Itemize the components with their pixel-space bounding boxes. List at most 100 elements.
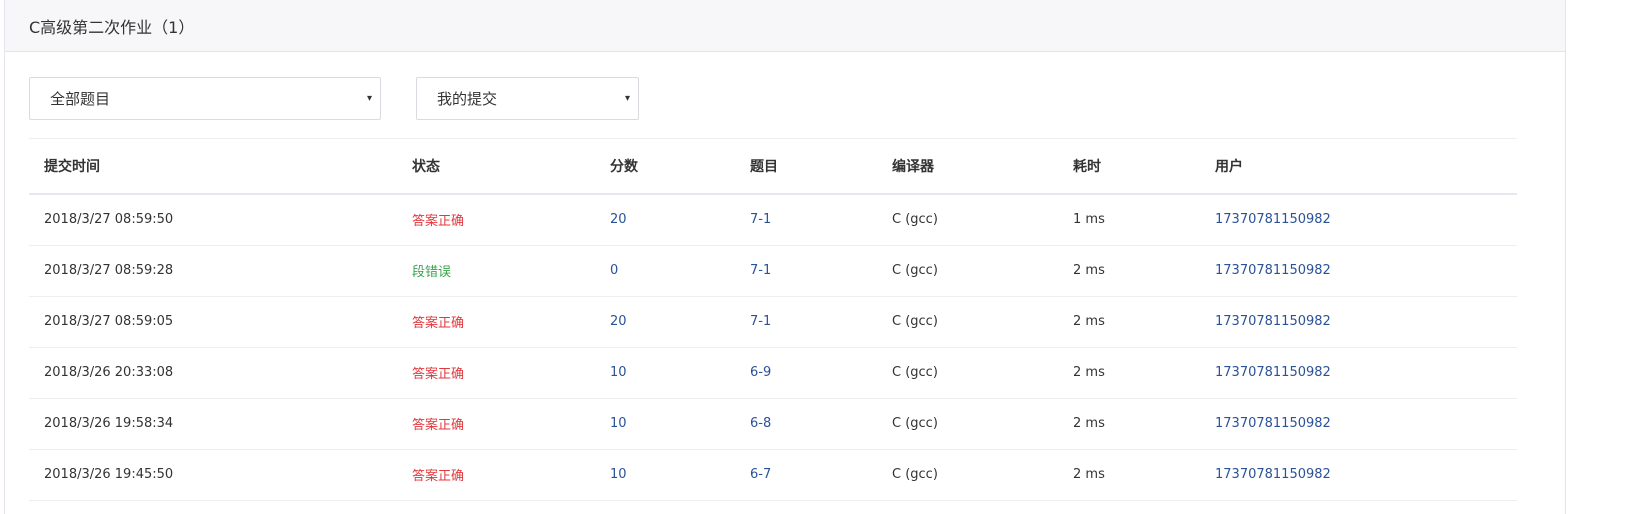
compiler-cell: C (gcc) (892, 416, 938, 431)
submit-time-cell: 2018/3/27 08:59:50 (29, 194, 397, 246)
elapsed-cell: 2 ms (1058, 398, 1200, 450)
submit-time-cell: 2018/3/27 08:59:28 (29, 245, 397, 297)
user-cell: 17370781150982 (1200, 347, 1517, 399)
problem-cell: 7-1 (735, 296, 877, 348)
problem-cell: 6-7 (735, 449, 877, 501)
submit-time-cell: 2018/3/26 19:58:34 (29, 398, 397, 450)
elapsed-cell: 2 ms (1073, 467, 1105, 482)
status-cell: 答案正确 (412, 469, 465, 484)
score-link[interactable]: 20 (610, 314, 627, 329)
table-row: 2018/3/26 19:58:34 答案正确 10 6-8 C (gcc) 2 ms 17… (29, 398, 1517, 450)
score-cell: 0 (595, 245, 735, 297)
submit-time-cell: 2018/3/26 20:33:08 (44, 365, 174, 380)
problem-filter-select[interactable]: 全部题目 ▾ (29, 77, 381, 120)
elapsed-cell: 2 ms (1058, 449, 1200, 501)
problem-cell: 7-1 (735, 194, 877, 246)
elapsed-cell: 2 ms (1073, 314, 1105, 329)
submit-time-cell: 2018/3/27 08:59:50 (44, 212, 174, 228)
compiler-cell: C (gcc) (892, 263, 938, 278)
problem-cell: 6-9 (735, 347, 877, 399)
submit-time-cell: 2018/3/27 08:59:05 (44, 314, 174, 329)
user-link[interactable]: 17370781150982 (1215, 314, 1331, 329)
compiler-cell: C (gcc) (877, 398, 1058, 450)
score-cell: 20 (595, 296, 735, 348)
status-cell: 答案正确 (412, 316, 465, 331)
problem-cell: 6-8 (735, 398, 877, 450)
elapsed-cell: 2 ms (1058, 245, 1200, 297)
submissions-table: 提交时间 状态 分数 题目 编译器 耗时 用户 2018/3/27 08:59:… (29, 139, 1517, 501)
column-header-problem[interactable]: 题目 (735, 139, 877, 195)
elapsed-cell: 2 ms (1073, 365, 1105, 380)
status-cell: 段错误 (412, 265, 452, 280)
status-cell: 答案正确 (397, 347, 595, 399)
table-row: 2018/3/27 08:59:50 答案正确 20 7-1 C (gcc) 1 ms 17… (29, 194, 1517, 246)
user-link[interactable]: 17370781150982 (1215, 212, 1331, 227)
column-header-status[interactable]: 状态 (397, 139, 595, 195)
column-header-compiler[interactable]: 编译器 (877, 139, 1058, 195)
status-cell: 答案正确 (397, 398, 595, 450)
compiler-cell: C (gcc) (877, 347, 1058, 399)
elapsed-cell: 2 ms (1073, 263, 1105, 278)
submit-time-cell: 2018/3/26 19:45:50 (29, 449, 397, 501)
column-header-time[interactable]: 提交时间 (29, 139, 397, 195)
score-cell: 10 (595, 398, 735, 450)
table-row: 2018/3/26 20:33:08 答案正确 10 6-9 C (gcc) 2 ms 17… (29, 347, 1517, 399)
user-link[interactable]: 17370781150982 (1215, 467, 1331, 482)
status-cell: 答案正确 (397, 194, 595, 246)
status-cell: 段错误 (397, 245, 595, 297)
scope-filter-value: 我的提交 (437, 90, 498, 108)
compiler-cell: C (gcc) (877, 245, 1058, 297)
problem-link[interactable]: 7-1 (750, 212, 771, 227)
problem-filter-value: 全部题目 (50, 90, 111, 108)
elapsed-cell: 2 ms (1058, 296, 1200, 348)
score-link[interactable]: 10 (610, 365, 627, 380)
panel-header: C高级第二次作业（1） (5, 0, 1565, 52)
compiler-cell: C (gcc) (892, 314, 938, 329)
problem-link[interactable]: 6-7 (750, 467, 771, 482)
problem-link[interactable]: 7-1 (750, 263, 771, 278)
user-link[interactable]: 17370781150982 (1215, 416, 1331, 431)
user-cell: 17370781150982 (1200, 245, 1517, 297)
submit-time-cell: 2018/3/26 19:58:34 (44, 416, 174, 431)
elapsed-cell: 2 ms (1073, 416, 1105, 431)
problem-link[interactable]: 7-1 (750, 314, 771, 329)
user-link[interactable]: 17370781150982 (1215, 263, 1331, 278)
compiler-cell: C (gcc) (877, 194, 1058, 246)
score-cell: 20 (595, 194, 735, 246)
table-row: 2018/3/27 08:59:28 段错误 0 7-1 C (gcc) 2 ms 1737… (29, 245, 1517, 297)
user-cell: 17370781150982 (1200, 296, 1517, 348)
submit-time-cell: 2018/3/26 20:33:08 (29, 347, 397, 399)
scope-filter-select[interactable]: 我的提交 ▾ (416, 77, 639, 120)
user-cell: 17370781150982 (1200, 194, 1517, 246)
user-cell: 17370781150982 (1200, 398, 1517, 450)
score-link[interactable]: 10 (610, 416, 627, 431)
column-header-elapsed[interactable]: 耗时 (1058, 139, 1200, 195)
submit-time-cell: 2018/3/26 19:45:50 (44, 467, 174, 482)
submit-time-cell: 2018/3/27 08:59:05 (29, 296, 397, 348)
caret-down-icon: ▾ (366, 93, 372, 104)
elapsed-cell: 2 ms (1058, 347, 1200, 399)
compiler-cell: C (gcc) (877, 449, 1058, 501)
problem-link[interactable]: 6-9 (750, 365, 771, 380)
table-row: 2018/3/27 08:59:05 答案正确 20 7-1 C (gcc) 2 ms 17… (29, 296, 1517, 348)
problem-cell: 7-1 (735, 245, 877, 297)
score-cell: 10 (595, 347, 735, 399)
compiler-cell: C (gcc) (892, 212, 938, 228)
status-cell: 答案正确 (412, 367, 465, 382)
compiler-cell: C (gcc) (877, 296, 1058, 348)
column-header-user[interactable]: 用户 (1200, 139, 1517, 195)
page-title: C高级第二次作业（1） (29, 17, 195, 37)
score-link[interactable]: 0 (610, 263, 618, 278)
score-cell: 10 (595, 449, 735, 501)
status-cell: 答案正确 (412, 418, 465, 433)
user-cell: 17370781150982 (1200, 449, 1517, 501)
user-link[interactable]: 17370781150982 (1215, 365, 1331, 380)
table-row: 2018/3/26 19:45:50 答案正确 10 6-7 C (gcc) 2 ms 17… (29, 449, 1517, 501)
compiler-cell: C (gcc) (892, 365, 938, 380)
score-link[interactable]: 20 (610, 212, 627, 227)
column-header-score[interactable]: 分数 (595, 139, 735, 195)
problem-link[interactable]: 6-8 (750, 416, 771, 431)
score-link[interactable]: 10 (610, 467, 627, 482)
caret-down-icon: ▾ (624, 93, 630, 104)
elapsed-cell: 1 ms (1073, 212, 1105, 228)
